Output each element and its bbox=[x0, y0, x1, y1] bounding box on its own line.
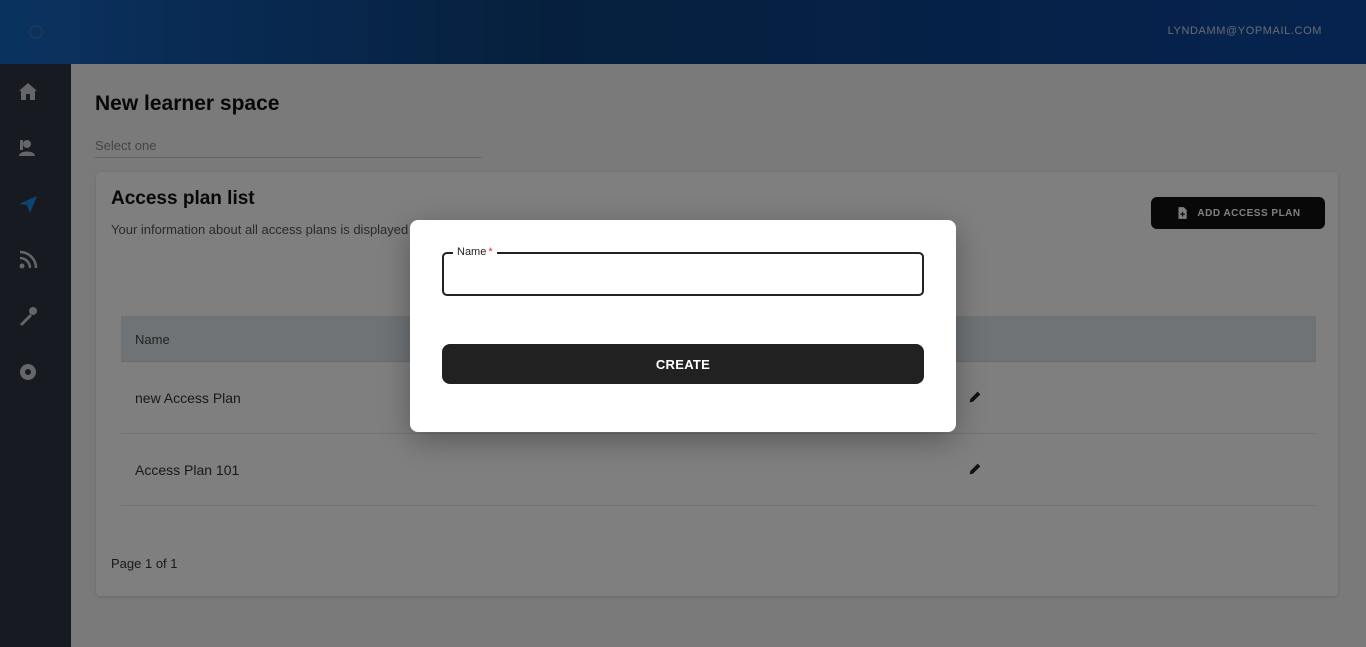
name-input[interactable] bbox=[444, 254, 922, 294]
required-marker: * bbox=[488, 246, 493, 258]
name-label-text: Name bbox=[457, 246, 487, 258]
name-field[interactable]: Name * bbox=[442, 245, 924, 296]
create-button[interactable]: CREATE bbox=[442, 344, 924, 384]
create-access-plan-dialog: Name * CREATE bbox=[410, 220, 956, 432]
name-field-label: Name * bbox=[453, 245, 497, 259]
